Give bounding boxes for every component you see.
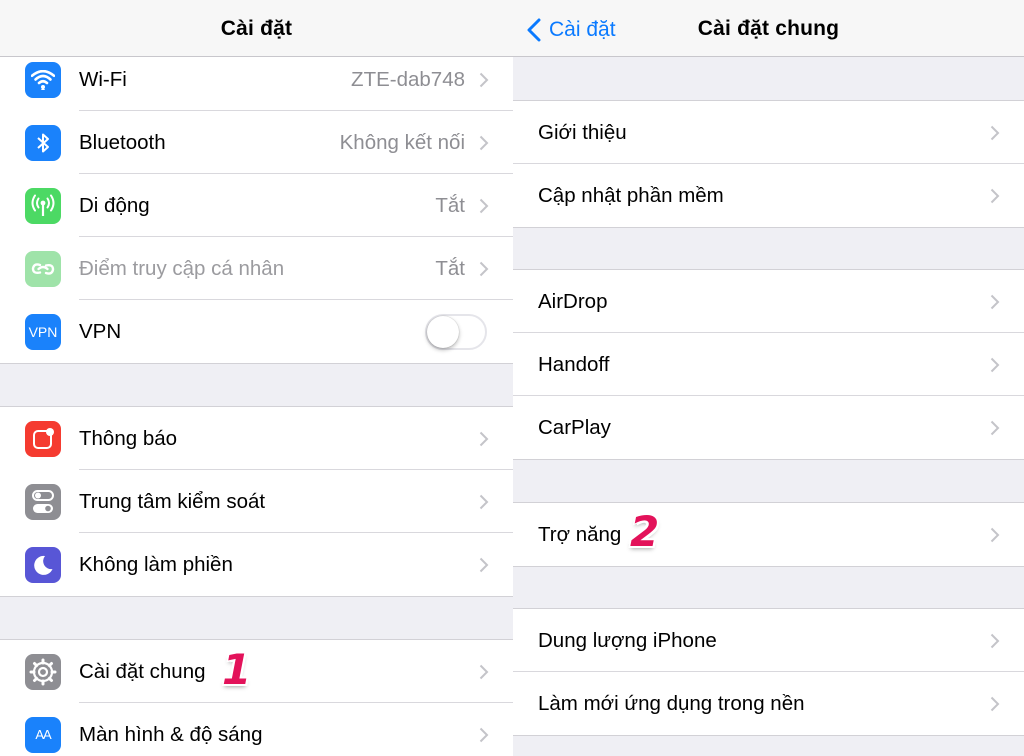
chevron-right-icon [479, 494, 489, 509]
wifi-value: ZTE-dab748 [351, 67, 465, 91]
cellular-label: Di động [79, 193, 150, 217]
do-not-disturb-label: Không làm phiền [79, 552, 233, 576]
connectivity-group: Wi-Fi ZTE-dab748 Bluetooth Không kết nối… [0, 47, 513, 364]
chevron-right-icon [479, 198, 489, 213]
chevron-right-icon [479, 261, 489, 276]
control-center-row[interactable]: Trung tâm kiểm soát [0, 470, 513, 533]
display-brightness-label: Màn hình & độ sáng [79, 722, 263, 746]
general-label: Cài đặt chung [79, 659, 206, 683]
hotspot-icon [25, 250, 61, 287]
chevron-right-icon [990, 125, 1000, 140]
hotspot-row[interactable]: Điểm truy cập cá nhân Tắt [0, 237, 513, 300]
about-row[interactable]: Giới thiệu [513, 101, 1024, 164]
chevron-right-icon [479, 727, 489, 742]
iphone-storage-label: Dung lượng iPhone [538, 628, 717, 652]
accessibility-label: Trợ năng [538, 522, 622, 546]
handoff-label: Handoff [538, 352, 610, 376]
software-update-row[interactable]: Cập nhật phần mềm [513, 164, 1024, 227]
storage-group: Dung lượng iPhone Làm mới ứng dụng trong… [513, 608, 1024, 736]
background-refresh-label: Làm mới ứng dụng trong nền [538, 691, 805, 715]
cellular-row[interactable]: Di động Tắt [0, 174, 513, 237]
bluetooth-label: Bluetooth [79, 130, 166, 154]
wifi-icon [25, 61, 61, 98]
handoff-row[interactable]: Handoff [513, 333, 1024, 396]
general-group: Cài đặt chung AA Màn hình & độ sáng [0, 639, 513, 756]
moon-icon [25, 546, 61, 583]
vpn-icon-text: VPN [28, 323, 58, 340]
continuity-group: AirDrop Handoff CarPlay [513, 269, 1024, 460]
display-brightness-icon-text: AA [35, 727, 51, 742]
software-update-label: Cập nhật phần mềm [538, 183, 724, 207]
chevron-right-icon [990, 188, 1000, 203]
chevron-right-icon [479, 664, 489, 679]
chevron-right-icon [990, 527, 1000, 542]
chevron-right-icon [479, 72, 489, 87]
navigation-bar: Cài đặt Cài đặt chung [513, 0, 1024, 57]
vpn-row: VPN VPN [0, 300, 513, 363]
iphone-storage-row[interactable]: Dung lượng iPhone [513, 609, 1024, 672]
page-title: Cài đặt chung [697, 17, 840, 40]
wifi-label: Wi-Fi [79, 67, 127, 91]
chevron-right-icon [479, 431, 489, 446]
hotspot-label: Điểm truy cập cá nhân [79, 256, 285, 280]
chevron-right-icon [990, 696, 1000, 711]
about-label: Giới thiệu [538, 120, 627, 144]
cellular-value: Tắt [435, 193, 465, 217]
notifications-group: Thông báo Trung tâm kiểm soát Không làm … [0, 406, 513, 597]
page-title: Cài đặt [220, 17, 293, 40]
chevron-right-icon [990, 357, 1000, 372]
chevron-right-icon [990, 633, 1000, 648]
bluetooth-row[interactable]: Bluetooth Không kết nối [0, 111, 513, 174]
step-marker-2: 2 [630, 507, 660, 556]
hotspot-value: Tắt [435, 256, 465, 280]
bluetooth-value: Không kết nối [339, 130, 465, 154]
vpn-label: VPN [79, 319, 122, 343]
do-not-disturb-row[interactable]: Không làm phiền [0, 533, 513, 596]
bluetooth-icon [25, 124, 61, 161]
notifications-row[interactable]: Thông báo [0, 407, 513, 470]
notifications-icon [25, 420, 61, 457]
display-brightness-icon: AA [25, 716, 61, 753]
accessibility-group: Trợ năng [513, 502, 1024, 567]
settings-pane: Wi-Fi ZTE-dab748 Bluetooth Không kết nối… [0, 0, 513, 756]
vpn-toggle[interactable] [425, 313, 487, 350]
chevron-right-icon [479, 135, 489, 150]
about-group: Giới thiệu Cập nhật phần mềm [513, 100, 1024, 228]
toggle-knob [427, 315, 459, 348]
airdrop-row[interactable]: AirDrop [513, 270, 1024, 333]
gear-icon [25, 653, 61, 690]
general-settings-pane: Cài đặt Cài đặt chung Giới thiệu Cập nhậ… [513, 0, 1024, 756]
accessibility-row[interactable]: Trợ năng [513, 503, 1024, 566]
wifi-row[interactable]: Wi-Fi ZTE-dab748 [0, 48, 513, 111]
notifications-label: Thông báo [79, 426, 178, 450]
control-center-icon [25, 483, 61, 520]
display-brightness-row[interactable]: AA Màn hình & độ sáng [0, 703, 513, 756]
cellular-icon [25, 187, 61, 224]
chevron-right-icon [479, 557, 489, 572]
navigation-bar: Cài đặt [0, 0, 513, 57]
control-center-label: Trung tâm kiểm soát [79, 489, 266, 513]
chevron-right-icon [990, 420, 1000, 435]
step-marker-1: 1 [222, 645, 252, 694]
general-row[interactable]: Cài đặt chung [0, 640, 513, 703]
carplay-row[interactable]: CarPlay [513, 396, 1024, 459]
chevron-right-icon [990, 294, 1000, 309]
vpn-icon: VPN [25, 313, 61, 350]
carplay-label: CarPlay [538, 415, 611, 439]
airdrop-label: AirDrop [538, 289, 608, 313]
background-refresh-row[interactable]: Làm mới ứng dụng trong nền [513, 672, 1024, 735]
